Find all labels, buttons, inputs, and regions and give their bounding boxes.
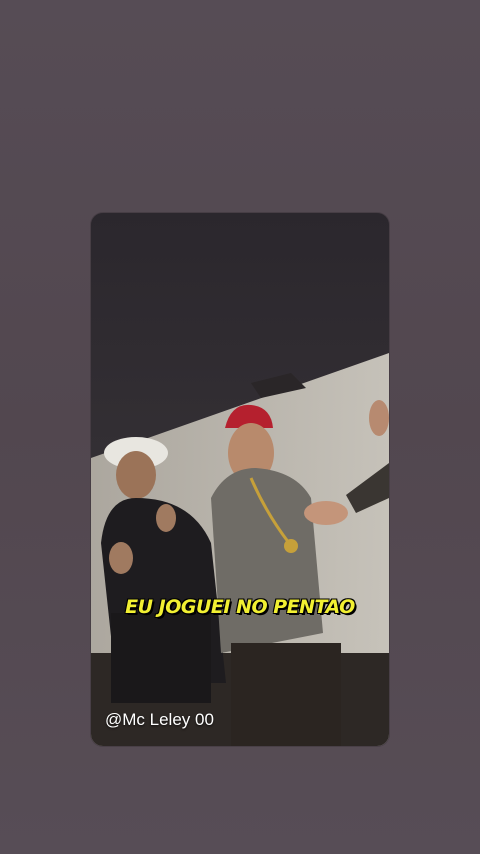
username-label[interactable]: @Mc Leley 00 — [105, 710, 214, 730]
video-caption: EU JOGUEI NO PENTAO — [125, 596, 355, 618]
video-card[interactable]: EU JOGUEI NO PENTAO @Mc Leley 00 — [91, 213, 389, 746]
video-frame — [91, 213, 389, 746]
